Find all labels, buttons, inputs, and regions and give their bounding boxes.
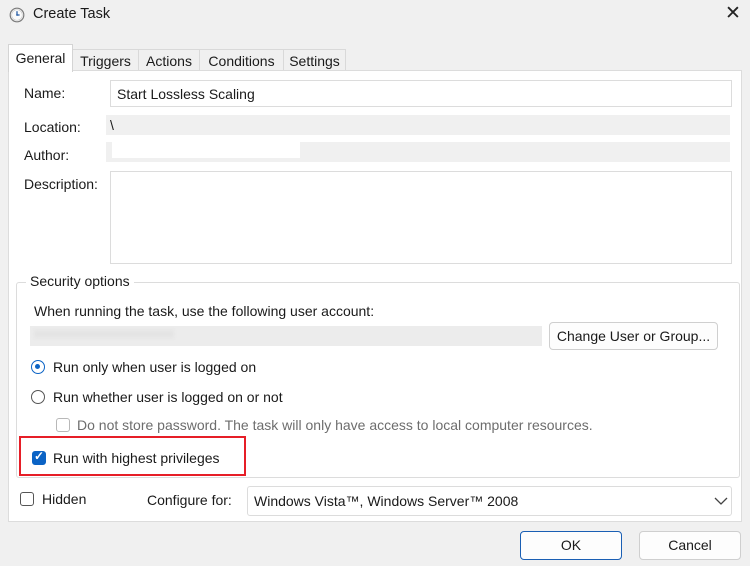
- cancel-button[interactable]: Cancel: [639, 531, 741, 560]
- clock-icon: [9, 7, 25, 23]
- tab-actions[interactable]: Actions: [138, 49, 200, 71]
- location-value: \: [110, 117, 114, 133]
- title-bar: Create Task ✕: [0, 0, 750, 32]
- run-whether-radio[interactable]: [31, 390, 45, 404]
- highlight-box: [19, 436, 246, 476]
- author-field: [106, 142, 730, 162]
- name-field[interactable]: Start Lossless Scaling: [110, 80, 732, 107]
- description-label: Description:: [24, 176, 98, 192]
- account-prompt: When running the task, use the following…: [34, 303, 375, 319]
- account-redaction: [34, 330, 174, 338]
- hidden-checkbox[interactable]: [20, 492, 34, 506]
- tab-settings[interactable]: Settings: [283, 49, 346, 71]
- description-field[interactable]: [110, 171, 732, 264]
- run-logged-on-radio[interactable]: [31, 360, 45, 374]
- location-label: Location:: [24, 119, 81, 135]
- configure-for-dropdown[interactable]: Windows Vista™, Windows Server™ 2008: [247, 486, 732, 516]
- name-value: Start Lossless Scaling: [117, 86, 255, 102]
- author-redaction: [112, 142, 300, 158]
- run-whether-label[interactable]: Run whether user is logged on or not: [53, 389, 283, 405]
- ok-button[interactable]: OK: [520, 531, 622, 560]
- window-title: Create Task: [33, 6, 111, 22]
- location-field: \: [106, 115, 730, 135]
- run-logged-on-label[interactable]: Run only when user is logged on: [53, 359, 256, 375]
- tab-general[interactable]: General: [8, 44, 73, 72]
- do-not-store-password-label: Do not store password. The task will onl…: [77, 417, 593, 433]
- name-label: Name:: [24, 85, 66, 101]
- user-account-field: [30, 326, 542, 346]
- hidden-label[interactable]: Hidden: [42, 491, 86, 507]
- author-label: Author:: [24, 147, 70, 163]
- security-options-title: Security options: [26, 273, 134, 289]
- do-not-store-password-checkbox: [56, 418, 70, 432]
- chevron-down-icon[interactable]: [710, 486, 732, 516]
- tab-conditions[interactable]: Conditions: [199, 49, 284, 71]
- tab-triggers[interactable]: Triggers: [72, 49, 139, 71]
- change-user-button[interactable]: Change User or Group...: [549, 322, 718, 350]
- close-icon[interactable]: ✕: [722, 3, 744, 25]
- configure-for-label: Configure for:: [147, 492, 232, 508]
